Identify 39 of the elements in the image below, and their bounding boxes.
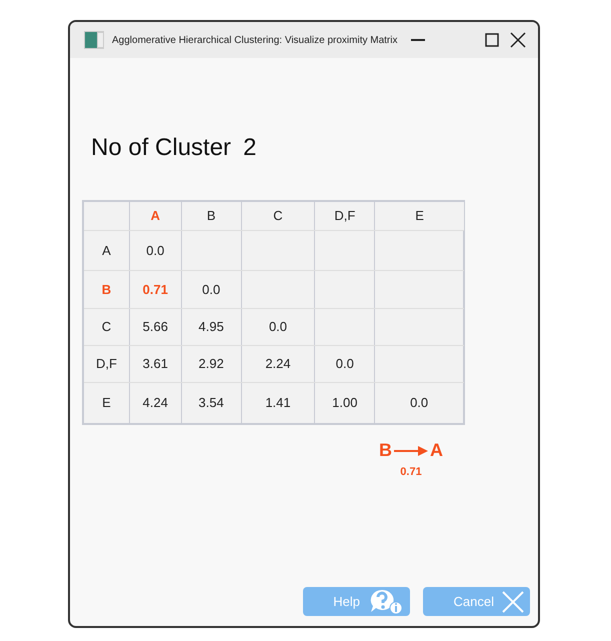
table-cell: 1.00 (315, 383, 376, 423)
table-cell: 0.0 (315, 346, 376, 382)
column-header: E (414, 207, 425, 226)
arrow-icon (394, 444, 428, 456)
table-cell: 0.0 (375, 383, 464, 423)
table-cell: 1.41 (242, 383, 316, 423)
table-cell: 3.54 (182, 383, 242, 423)
merge-from: B (379, 439, 392, 462)
column-header: A (130, 202, 182, 230)
row-header: D,F (84, 346, 130, 382)
table-cell: 0.71 (130, 271, 182, 308)
table-cell: 5.66 (130, 309, 182, 345)
cluster-count-label: No of Cluster (91, 133, 232, 163)
merge-to: A (430, 439, 443, 462)
table-cell: 0.0 (130, 231, 182, 270)
close-icon[interactable] (510, 32, 526, 48)
table-cell: 2.92 (182, 346, 242, 382)
row-header: A (84, 231, 130, 270)
table-cell: 4.95 (182, 309, 242, 345)
window-title: Agglomerative Hierarchical Clustering: Visualize proximity Matrix (112, 34, 398, 48)
column-header: C (242, 202, 316, 230)
table-cell: 0.0 (242, 309, 316, 345)
row-header: B (84, 271, 130, 308)
maximize-icon[interactable] (485, 33, 500, 47)
close-icon (502, 590, 524, 612)
table-cell: 2.24 (242, 346, 316, 382)
row-header: E (84, 383, 130, 423)
row-header: C (84, 309, 130, 345)
merge-distance: 0.71 (400, 465, 422, 480)
table-cell: 0.0 (182, 271, 242, 308)
cluster-count-value: 2 (243, 133, 256, 163)
app-icon (84, 31, 104, 49)
table-cell: 4.24 (130, 383, 182, 423)
help-button[interactable]: Help (303, 587, 410, 616)
column-header: B (182, 202, 242, 230)
help-icon (368, 588, 404, 616)
cancel-button[interactable]: Cancel (423, 587, 530, 616)
table-cell: 3.61 (130, 346, 182, 382)
column-header: D,F (315, 202, 376, 230)
